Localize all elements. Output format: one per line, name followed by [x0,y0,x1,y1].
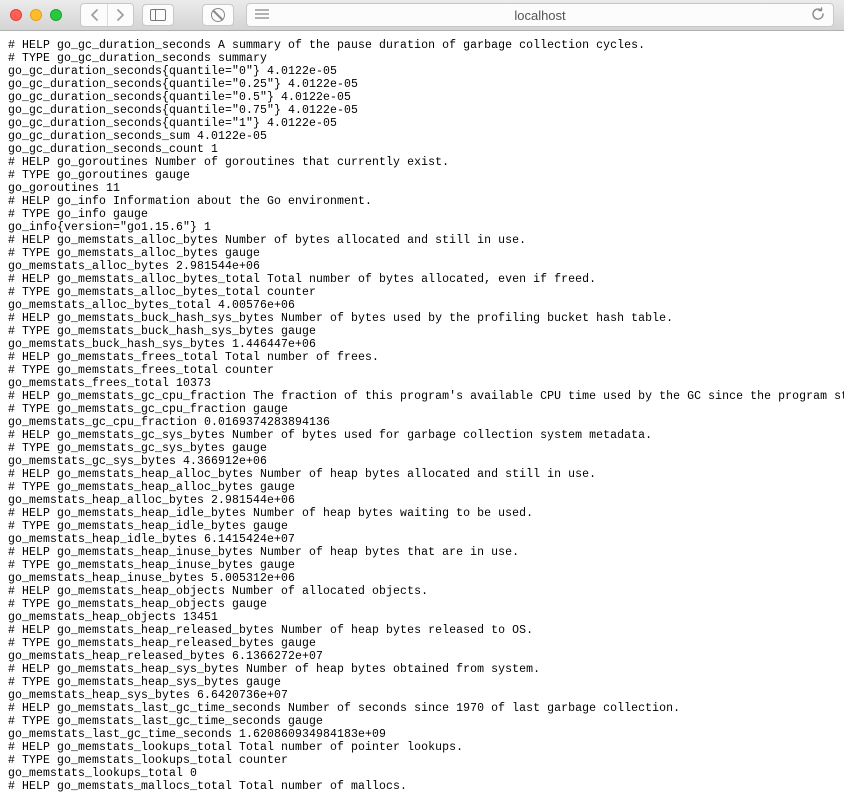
url-text: localhost [514,8,565,23]
address-bar[interactable]: localhost [246,3,834,27]
maximize-window-button[interactable] [50,9,62,21]
nosign-icon [211,8,225,22]
browser-toolbar: localhost [0,0,844,31]
sidebar-icon [150,9,166,21]
reload-button[interactable] [811,7,825,24]
close-window-button[interactable] [10,9,22,21]
minimize-window-button[interactable] [30,9,42,21]
forward-button[interactable] [107,4,133,26]
navigation-buttons [80,3,134,27]
privacy-report-button[interactable] [202,4,234,26]
reader-icon [255,8,269,23]
window-controls [10,9,62,21]
back-button[interactable] [81,4,107,26]
sidebar-toggle-button[interactable] [142,4,174,26]
page-content: # HELP go_gc_duration_seconds A summary … [0,31,844,801]
